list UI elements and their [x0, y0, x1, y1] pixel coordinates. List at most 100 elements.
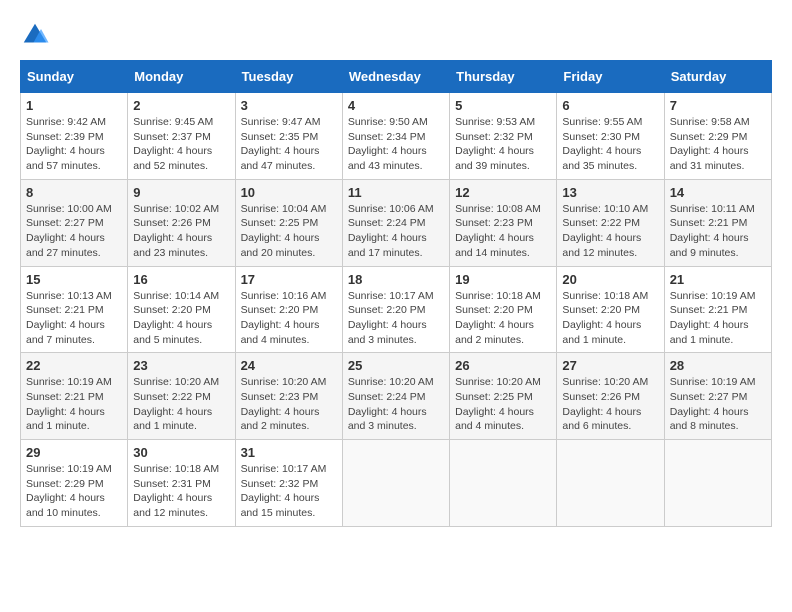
day-info: Sunrise: 10:20 AMSunset: 2:22 PMDaylight…	[133, 375, 229, 434]
day-info: Sunrise: 10:18 AMSunset: 2:20 PMDaylight…	[562, 289, 658, 348]
day-info: Sunrise: 10:20 AMSunset: 2:26 PMDaylight…	[562, 375, 658, 434]
calendar-cell: 16 Sunrise: 10:14 AMSunset: 2:20 PMDayli…	[128, 266, 235, 353]
calendar-cell: 18 Sunrise: 10:17 AMSunset: 2:20 PMDayli…	[342, 266, 449, 353]
day-number: 24	[241, 358, 337, 373]
header-sunday: Sunday	[21, 61, 128, 93]
day-number: 6	[562, 98, 658, 113]
calendar-cell: 25 Sunrise: 10:20 AMSunset: 2:24 PMDayli…	[342, 353, 449, 440]
day-number: 4	[348, 98, 444, 113]
calendar-header-row: SundayMondayTuesdayWednesdayThursdayFrid…	[21, 61, 772, 93]
day-info: Sunrise: 10:17 AMSunset: 2:32 PMDaylight…	[241, 462, 337, 521]
calendar-cell: 28 Sunrise: 10:19 AMSunset: 2:27 PMDayli…	[664, 353, 771, 440]
day-info: Sunrise: 9:45 AMSunset: 2:37 PMDaylight:…	[133, 115, 229, 174]
header-thursday: Thursday	[450, 61, 557, 93]
header-friday: Friday	[557, 61, 664, 93]
day-info: Sunrise: 9:50 AMSunset: 2:34 PMDaylight:…	[348, 115, 444, 174]
calendar-cell: 27 Sunrise: 10:20 AMSunset: 2:26 PMDayli…	[557, 353, 664, 440]
header-wednesday: Wednesday	[342, 61, 449, 93]
day-number: 25	[348, 358, 444, 373]
calendar-cell	[557, 440, 664, 527]
calendar-cell: 10 Sunrise: 10:04 AMSunset: 2:25 PMDayli…	[235, 179, 342, 266]
day-info: Sunrise: 10:19 AMSunset: 2:27 PMDaylight…	[670, 375, 766, 434]
calendar-cell: 13 Sunrise: 10:10 AMSunset: 2:22 PMDayli…	[557, 179, 664, 266]
day-number: 2	[133, 98, 229, 113]
day-number: 29	[26, 445, 122, 460]
day-number: 10	[241, 185, 337, 200]
calendar-cell	[664, 440, 771, 527]
calendar-cell: 3 Sunrise: 9:47 AMSunset: 2:35 PMDayligh…	[235, 93, 342, 180]
calendar-cell: 6 Sunrise: 9:55 AMSunset: 2:30 PMDayligh…	[557, 93, 664, 180]
calendar-cell: 29 Sunrise: 10:19 AMSunset: 2:29 PMDayli…	[21, 440, 128, 527]
day-number: 9	[133, 185, 229, 200]
day-info: Sunrise: 10:17 AMSunset: 2:20 PMDaylight…	[348, 289, 444, 348]
day-info: Sunrise: 10:20 AMSunset: 2:23 PMDaylight…	[241, 375, 337, 434]
calendar-cell: 20 Sunrise: 10:18 AMSunset: 2:20 PMDayli…	[557, 266, 664, 353]
day-info: Sunrise: 10:18 AMSunset: 2:20 PMDaylight…	[455, 289, 551, 348]
day-number: 21	[670, 272, 766, 287]
day-info: Sunrise: 10:16 AMSunset: 2:20 PMDaylight…	[241, 289, 337, 348]
calendar-cell: 21 Sunrise: 10:19 AMSunset: 2:21 PMDayli…	[664, 266, 771, 353]
day-info: Sunrise: 10:19 AMSunset: 2:21 PMDaylight…	[670, 289, 766, 348]
calendar-cell: 15 Sunrise: 10:13 AMSunset: 2:21 PMDayli…	[21, 266, 128, 353]
day-info: Sunrise: 10:00 AMSunset: 2:27 PMDaylight…	[26, 202, 122, 261]
day-number: 12	[455, 185, 551, 200]
day-number: 31	[241, 445, 337, 460]
day-number: 22	[26, 358, 122, 373]
day-number: 30	[133, 445, 229, 460]
day-number: 23	[133, 358, 229, 373]
header	[20, 20, 772, 50]
day-number: 19	[455, 272, 551, 287]
calendar-cell: 24 Sunrise: 10:20 AMSunset: 2:23 PMDayli…	[235, 353, 342, 440]
day-info: Sunrise: 9:42 AMSunset: 2:39 PMDaylight:…	[26, 115, 122, 174]
calendar-cell: 31 Sunrise: 10:17 AMSunset: 2:32 PMDayli…	[235, 440, 342, 527]
calendar-cell: 19 Sunrise: 10:18 AMSunset: 2:20 PMDayli…	[450, 266, 557, 353]
calendar-cell: 22 Sunrise: 10:19 AMSunset: 2:21 PMDayli…	[21, 353, 128, 440]
calendar-cell: 4 Sunrise: 9:50 AMSunset: 2:34 PMDayligh…	[342, 93, 449, 180]
day-number: 16	[133, 272, 229, 287]
day-number: 8	[26, 185, 122, 200]
calendar-cell: 8 Sunrise: 10:00 AMSunset: 2:27 PMDaylig…	[21, 179, 128, 266]
day-number: 17	[241, 272, 337, 287]
day-info: Sunrise: 10:02 AMSunset: 2:26 PMDaylight…	[133, 202, 229, 261]
day-number: 18	[348, 272, 444, 287]
day-number: 1	[26, 98, 122, 113]
calendar-week-5: 29 Sunrise: 10:19 AMSunset: 2:29 PMDayli…	[21, 440, 772, 527]
day-info: Sunrise: 9:58 AMSunset: 2:29 PMDaylight:…	[670, 115, 766, 174]
day-number: 15	[26, 272, 122, 287]
calendar-cell: 1 Sunrise: 9:42 AMSunset: 2:39 PMDayligh…	[21, 93, 128, 180]
day-number: 14	[670, 185, 766, 200]
calendar-cell	[450, 440, 557, 527]
calendar-cell: 17 Sunrise: 10:16 AMSunset: 2:20 PMDayli…	[235, 266, 342, 353]
calendar-cell: 5 Sunrise: 9:53 AMSunset: 2:32 PMDayligh…	[450, 93, 557, 180]
calendar-week-3: 15 Sunrise: 10:13 AMSunset: 2:21 PMDayli…	[21, 266, 772, 353]
day-number: 20	[562, 272, 658, 287]
day-number: 11	[348, 185, 444, 200]
calendar-week-2: 8 Sunrise: 10:00 AMSunset: 2:27 PMDaylig…	[21, 179, 772, 266]
calendar-cell: 2 Sunrise: 9:45 AMSunset: 2:37 PMDayligh…	[128, 93, 235, 180]
day-info: Sunrise: 10:06 AMSunset: 2:24 PMDaylight…	[348, 202, 444, 261]
day-info: Sunrise: 10:20 AMSunset: 2:24 PMDaylight…	[348, 375, 444, 434]
calendar-cell: 30 Sunrise: 10:18 AMSunset: 2:31 PMDayli…	[128, 440, 235, 527]
calendar-cell: 9 Sunrise: 10:02 AMSunset: 2:26 PMDaylig…	[128, 179, 235, 266]
calendar-cell: 26 Sunrise: 10:20 AMSunset: 2:25 PMDayli…	[450, 353, 557, 440]
day-info: Sunrise: 10:14 AMSunset: 2:20 PMDaylight…	[133, 289, 229, 348]
day-number: 7	[670, 98, 766, 113]
day-number: 3	[241, 98, 337, 113]
header-tuesday: Tuesday	[235, 61, 342, 93]
calendar-week-1: 1 Sunrise: 9:42 AMSunset: 2:39 PMDayligh…	[21, 93, 772, 180]
calendar-cell: 12 Sunrise: 10:08 AMSunset: 2:23 PMDayli…	[450, 179, 557, 266]
day-info: Sunrise: 10:18 AMSunset: 2:31 PMDaylight…	[133, 462, 229, 521]
calendar-cell	[342, 440, 449, 527]
calendar-table: SundayMondayTuesdayWednesdayThursdayFrid…	[20, 60, 772, 527]
day-info: Sunrise: 10:13 AMSunset: 2:21 PMDaylight…	[26, 289, 122, 348]
day-info: Sunrise: 9:53 AMSunset: 2:32 PMDaylight:…	[455, 115, 551, 174]
logo-icon	[20, 20, 50, 50]
calendar-cell: 23 Sunrise: 10:20 AMSunset: 2:22 PMDayli…	[128, 353, 235, 440]
day-info: Sunrise: 10:20 AMSunset: 2:25 PMDaylight…	[455, 375, 551, 434]
logo	[20, 20, 54, 50]
day-number: 26	[455, 358, 551, 373]
day-info: Sunrise: 9:47 AMSunset: 2:35 PMDaylight:…	[241, 115, 337, 174]
day-info: Sunrise: 10:08 AMSunset: 2:23 PMDaylight…	[455, 202, 551, 261]
header-saturday: Saturday	[664, 61, 771, 93]
header-monday: Monday	[128, 61, 235, 93]
